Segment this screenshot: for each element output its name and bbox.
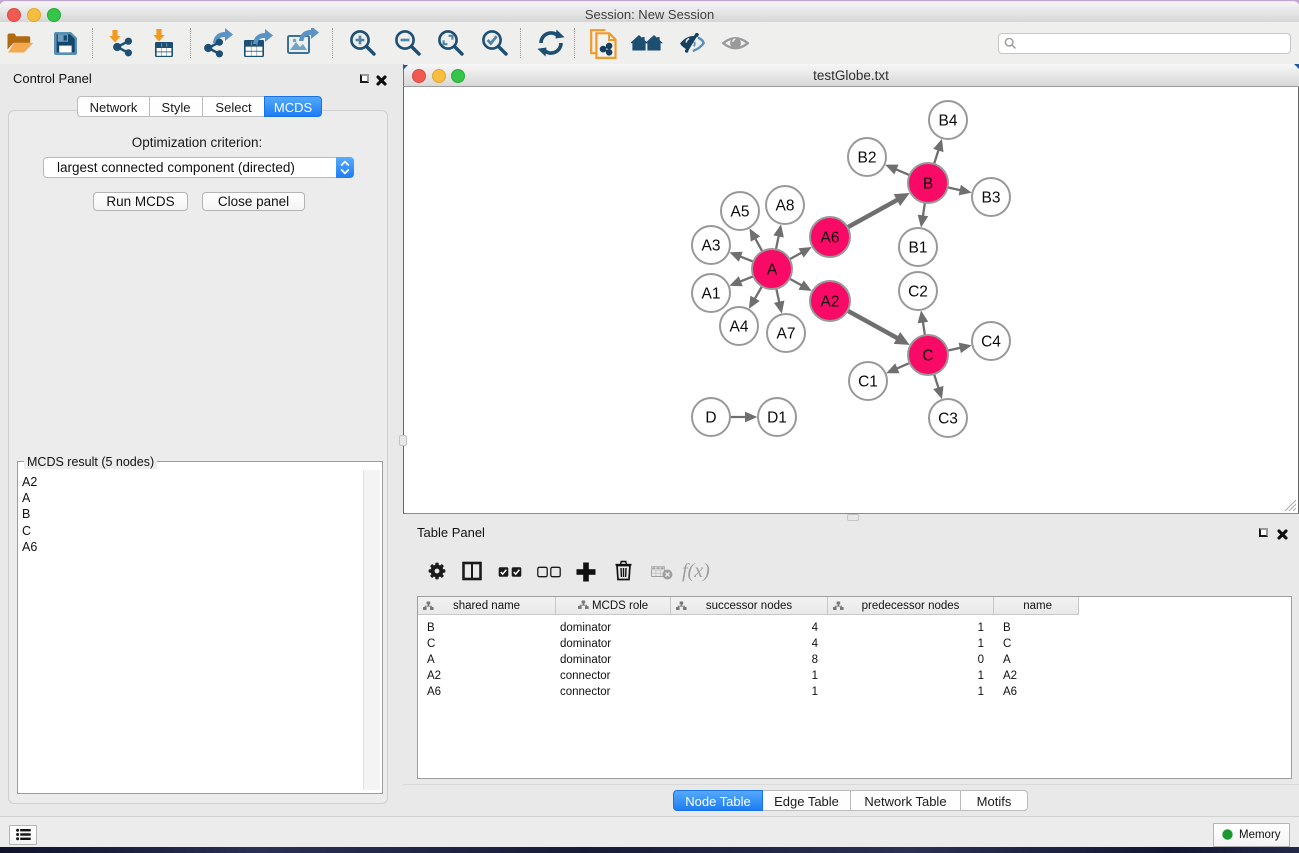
svg-text:A2: A2 — [821, 294, 840, 311]
svg-text:C3: C3 — [938, 411, 958, 428]
svg-text:A6: A6 — [821, 230, 840, 247]
svg-text:A8: A8 — [776, 198, 795, 215]
svg-text:C1: C1 — [858, 374, 878, 391]
svg-text:C4: C4 — [981, 334, 1001, 351]
svg-text:B3: B3 — [982, 190, 1001, 207]
svg-text:B1: B1 — [909, 240, 928, 257]
svg-text:A1: A1 — [702, 286, 721, 303]
svg-text:D: D — [705, 410, 716, 427]
svg-text:B4: B4 — [939, 113, 958, 130]
svg-text:A4: A4 — [730, 319, 749, 336]
svg-text:B: B — [923, 176, 933, 193]
svg-text:A5: A5 — [731, 204, 750, 221]
svg-text:D1: D1 — [767, 410, 787, 427]
svg-text:C2: C2 — [908, 284, 928, 301]
svg-text:A: A — [767, 262, 778, 279]
svg-text:C: C — [922, 348, 933, 365]
svg-text:A3: A3 — [702, 238, 721, 255]
svg-text:A7: A7 — [777, 326, 796, 343]
svg-text:B2: B2 — [858, 150, 877, 167]
